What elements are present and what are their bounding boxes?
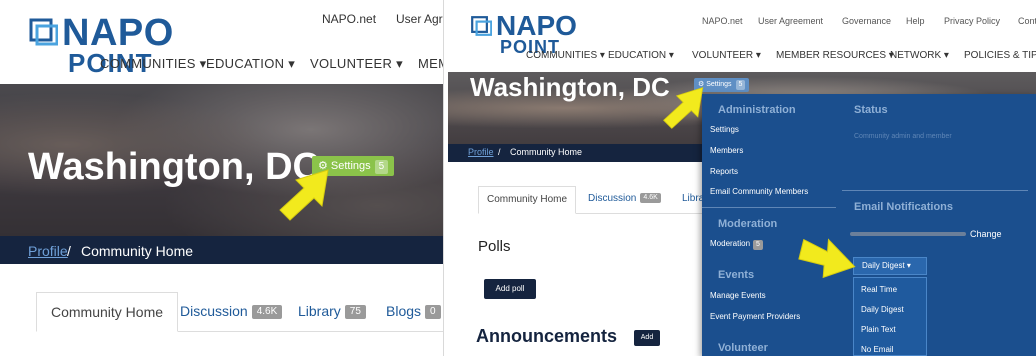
volunteer-heading: Volunteer xyxy=(718,342,768,354)
digest-options-menu: Real Time Daily Digest Plain Text No Ema… xyxy=(853,277,927,356)
nav-education[interactable]: EDUCATION ▾ xyxy=(206,56,295,72)
nav-communities[interactable]: COMMUNITIES ▾ xyxy=(526,50,605,61)
menu-item-event-payment-providers[interactable]: Event Payment Providers xyxy=(710,312,800,321)
tab-library[interactable]: Library 75 xyxy=(298,292,366,332)
right-panel: NAPO POINT NAPO.net User Agreement Gover… xyxy=(448,0,1036,356)
util-link-governance[interactable]: Governance xyxy=(842,16,891,26)
pointer-arrow-icon xyxy=(279,169,329,221)
breadcrumb-current: Community Home xyxy=(510,147,583,157)
divider xyxy=(842,190,1028,191)
breadcrumb-separator: / xyxy=(67,243,71,259)
tab-bar: Community Home Discussion 4.6K Library 75 … xyxy=(36,292,443,332)
util-link-user-agreement[interactable]: User Agre xyxy=(396,12,443,26)
notification-slider[interactable] xyxy=(850,232,966,236)
util-link-help[interactable]: Help xyxy=(906,16,925,26)
moderation-heading: Moderation xyxy=(718,218,778,230)
nav-volunteer[interactable]: VOLUNTEER ▾ xyxy=(310,56,403,72)
logo-mark-icon xyxy=(471,16,492,36)
events-heading: Events xyxy=(718,269,755,281)
tab-bar: Community Home Discussion 4.6K Libra xyxy=(478,186,708,214)
page-title: Washington, DC xyxy=(470,72,670,102)
option-plain-text[interactable]: Plain Text xyxy=(861,325,896,334)
status-heading: Status xyxy=(854,104,888,116)
pointer-arrow-icon xyxy=(798,238,856,279)
announcements-heading: Announcements xyxy=(476,326,618,346)
breadcrumb-profile-link[interactable]: Profile xyxy=(28,243,68,259)
util-link-napo-net[interactable]: NAPO.net xyxy=(702,16,743,26)
tab-label: Libra xyxy=(682,193,705,204)
composite-screenshot: NAPO POINT NAPO.net User Agre COMMUNITIE… xyxy=(0,0,1036,356)
administration-heading: Administration xyxy=(718,104,796,116)
nav-education[interactable]: EDUCATION ▾ xyxy=(608,50,674,61)
menu-item-members[interactable]: Members xyxy=(710,146,743,155)
tab-label: Discussion xyxy=(588,193,637,204)
logo-word: NAPO xyxy=(62,12,174,54)
tab-label: Community Home xyxy=(487,194,568,205)
polls-heading: Polls xyxy=(478,238,511,255)
tab-discussion[interactable]: Discussion 4.6K xyxy=(180,292,283,332)
util-link-user-agreement[interactable]: User Agreement xyxy=(758,16,823,26)
util-link-privacy-policy[interactable]: Privacy Policy xyxy=(944,16,1000,26)
option-real-time[interactable]: Real Time xyxy=(861,285,897,294)
divider xyxy=(702,207,836,208)
tab-label: Community Home xyxy=(51,304,164,320)
blogs-count: 0 xyxy=(425,305,441,320)
nav-network[interactable]: NETWORK ▾ xyxy=(890,50,949,61)
discussion-count: 4.6K xyxy=(251,305,283,320)
menu-item-reports[interactable]: Reports xyxy=(710,167,738,176)
discussion-count: 4.6K xyxy=(640,193,661,204)
tab-blogs[interactable]: Blogs 0 xyxy=(386,292,441,332)
settings-count: 5 xyxy=(374,160,389,174)
pointer-arrow-icon xyxy=(663,87,704,129)
menu-item-manage-events[interactable]: Manage Events xyxy=(710,291,766,300)
add-poll-button[interactable]: Add poll xyxy=(484,279,536,299)
menu-item-email-members[interactable]: Email Community Members xyxy=(710,187,808,196)
tab-label: Library xyxy=(298,303,341,319)
nav-volunteer[interactable]: VOLUNTEER ▾ xyxy=(692,50,761,61)
nav-communities[interactable]: COMMUNITIES ▾ xyxy=(100,56,206,72)
option-no-email[interactable]: No Email xyxy=(861,345,893,354)
breadcrumb-current: Community Home xyxy=(81,243,194,259)
settings-count: 5 xyxy=(735,80,746,90)
nav-policies[interactable]: POLICIES & TIP xyxy=(964,50,1036,61)
util-link-contact[interactable]: Cont xyxy=(1018,16,1036,26)
settings-dropdown: Administration Settings Members Reports … xyxy=(702,94,1036,356)
tab-community-home[interactable]: Community Home xyxy=(36,292,179,332)
change-link[interactable]: Change xyxy=(970,229,1002,239)
moderation-count: 5 xyxy=(753,240,763,250)
breadcrumb: Profile / Community Home xyxy=(0,236,443,264)
digest-select[interactable]: Daily Digest ▾ xyxy=(853,257,927,275)
menu-item-moderation[interactable]: Moderation 5 xyxy=(710,239,763,250)
option-daily-digest[interactable]: Daily Digest xyxy=(861,305,904,314)
breadcrumb-profile-link[interactable]: Profile xyxy=(468,147,494,157)
nav-member-resources[interactable]: MEM xyxy=(418,56,443,71)
tab-label: Blogs xyxy=(386,303,422,319)
tab-community-home[interactable]: Community Home xyxy=(478,186,577,214)
moderation-label: Moderation xyxy=(710,239,751,248)
status-text: Community admin and member xyxy=(854,133,952,140)
logo-word: NAPO xyxy=(496,10,577,41)
menu-item-settings[interactable]: Settings xyxy=(710,125,739,134)
add-announcement-button[interactable]: Add xyxy=(634,330,660,346)
tab-discussion[interactable]: Discussion 4.6K xyxy=(588,186,661,214)
nav-member-resources[interactable]: MEMBER RESOURCES ▾ xyxy=(776,50,894,61)
left-panel: NAPO POINT NAPO.net User Agre COMMUNITIE… xyxy=(0,0,444,356)
breadcrumb-separator: / xyxy=(498,147,501,157)
library-count: 75 xyxy=(344,305,366,320)
email-notifications-heading: Email Notifications xyxy=(854,201,954,213)
tab-label: Discussion xyxy=(180,303,248,319)
tab-library[interactable]: Libra xyxy=(682,186,704,214)
logo-mark-icon xyxy=(29,18,58,46)
util-link-napo-net[interactable]: NAPO.net xyxy=(322,12,376,26)
